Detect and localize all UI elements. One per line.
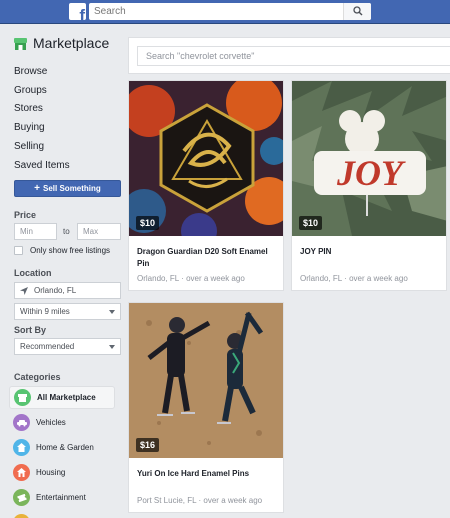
nav-stores[interactable]: Stores (14, 103, 43, 114)
listing-card[interactable]: $10 Dragon Guardian D20 Soft Enamel Pin … (128, 80, 284, 291)
price-badge: $10 (136, 216, 160, 230)
top-search-box (89, 3, 371, 20)
ticket-icon (13, 489, 30, 506)
listing-meta: Orlando, FL · over a week ago (137, 274, 245, 283)
sidebar: Marketplace Browse Groups Stores Buying … (0, 24, 125, 518)
skaters-pin-photo (129, 303, 283, 458)
listing-title: Yuri On Ice Hard Enamel Pins (137, 469, 250, 478)
category-housing[interactable]: Housing (9, 461, 115, 484)
nav-groups[interactable]: Groups (14, 85, 47, 96)
top-search-input[interactable] (94, 4, 344, 19)
facebook-logo[interactable]: f (69, 3, 86, 20)
category-next[interactable] (9, 511, 115, 518)
sort-select[interactable]: Recommended (14, 338, 121, 355)
categories-label: Categories (14, 372, 61, 382)
price-min-input[interactable]: Min (14, 223, 57, 240)
nav-buying[interactable]: Buying (14, 122, 45, 133)
marketplace-icon (14, 37, 27, 50)
price-badge: $10 (299, 216, 323, 230)
chevron-down-icon (109, 310, 115, 314)
chevron-down-icon (109, 345, 115, 349)
top-bar: f (0, 0, 450, 24)
price-badge: $16 (136, 438, 160, 452)
house-icon (13, 439, 30, 456)
search-button[interactable] (343, 3, 371, 20)
store-icon (14, 389, 31, 406)
marketplace-search-input[interactable] (137, 46, 450, 66)
free-listings-label: Only show free listings (30, 246, 111, 255)
category-entertainment[interactable]: Entertainment (9, 486, 115, 509)
search-icon (353, 6, 363, 16)
listing-title: JOY PIN (300, 247, 332, 256)
nav-selling[interactable]: Selling (14, 141, 44, 152)
listing-meta: Port St Lucie, FL · over a week ago (137, 496, 263, 505)
marketplace-search-bar (128, 37, 450, 74)
marketplace-header[interactable]: Marketplace (14, 35, 109, 51)
category-all-marketplace[interactable]: All Marketplace (9, 386, 115, 409)
car-icon (13, 414, 30, 431)
sort-label: Sort By (14, 325, 47, 335)
nav-browse[interactable]: Browse (14, 66, 47, 77)
plus-icon: + (34, 183, 41, 194)
price-max-input[interactable]: Max (77, 223, 121, 240)
nav-saved-items[interactable]: Saved Items (14, 160, 70, 171)
radius-select[interactable]: Within 9 miles (14, 303, 121, 320)
category-vehicles[interactable]: Vehicles (9, 411, 115, 434)
location-label: Location (14, 268, 52, 278)
dragon-d20-photo (129, 81, 283, 236)
marketplace-title: Marketplace (33, 35, 110, 51)
listing-card[interactable]: $16 Yuri On Ice Hard Enamel Pins Port St… (128, 302, 284, 513)
listing-meta: Orlando, FL · over a week ago (300, 274, 408, 283)
location-arrow-icon (20, 286, 28, 295)
price-label: Price (14, 210, 37, 220)
svg-text:JOY: JOY (336, 153, 406, 193)
listing-title: Dragon Guardian D20 Soft Enamel Pin (137, 247, 268, 268)
sell-something-button[interactable]: + Sell Something (14, 180, 121, 197)
category-home-garden[interactable]: Home & Garden (9, 436, 115, 459)
building-icon (13, 464, 30, 481)
price-to-label: to (63, 227, 70, 236)
listing-card[interactable]: JOY $10 JOY PIN Orlando, FL · over a wee… (291, 80, 447, 291)
category-icon (13, 514, 30, 518)
location-input[interactable]: Orlando, FL (14, 282, 121, 299)
free-listings-checkbox[interactable] (14, 246, 23, 255)
joy-pin-photo: JOY (292, 81, 446, 236)
